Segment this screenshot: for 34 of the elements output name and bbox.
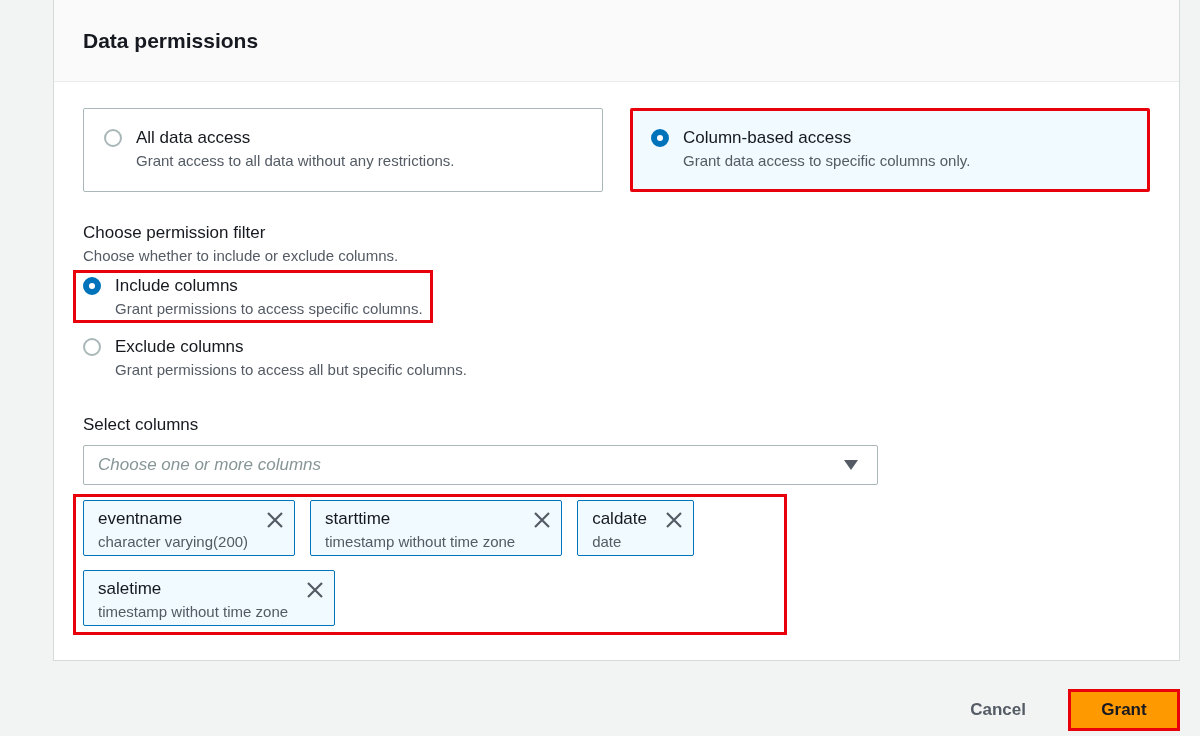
filter-label: Choose permission filter xyxy=(83,223,267,243)
token-name: eventname xyxy=(98,509,184,529)
cancel-button[interactable]: Cancel xyxy=(970,692,1026,728)
close-icon[interactable] xyxy=(533,511,552,529)
option-description: Grant permissions to access all but specific columns. xyxy=(115,361,467,378)
caret-icon xyxy=(843,459,859,471)
grant-button[interactable]: Grant xyxy=(1068,689,1180,731)
panel-title: Data permissions xyxy=(83,28,259,53)
close-icon[interactable] xyxy=(266,511,285,529)
token-type: character varying(200) xyxy=(98,533,249,550)
option-label: Include columns xyxy=(115,276,239,296)
radio-button[interactable] xyxy=(83,277,101,295)
close-icon[interactable] xyxy=(306,581,325,599)
option-description: Grant permissions to access specific columns. xyxy=(115,300,423,317)
token-type: timestamp without time zone xyxy=(98,603,289,620)
access-option-tile[interactable]: All data access Grant access to all data without any restrictions. xyxy=(83,108,603,192)
token-name: caldate xyxy=(592,509,647,529)
token-name: saletime xyxy=(98,579,163,599)
access-option-tile[interactable]: Column-based access Grant data access to specific columns only. xyxy=(630,108,1150,192)
option-label: Column-based access xyxy=(683,128,853,148)
select-columns-label: Select columns xyxy=(83,415,200,435)
radio-button[interactable] xyxy=(104,129,122,147)
token-type: timestamp without time zone xyxy=(325,533,516,550)
option-label: All data access xyxy=(136,128,252,148)
token-type: date xyxy=(592,533,623,550)
select-placeholder: Choose one or more columns xyxy=(98,455,321,475)
option-description: Grant data access to specific columns only. xyxy=(683,152,971,169)
option-label: Exclude columns xyxy=(115,337,245,357)
option-description: Grant access to all data without any restrictions. xyxy=(136,152,455,169)
radio-button[interactable] xyxy=(83,338,101,356)
radio-button[interactable] xyxy=(651,129,669,147)
filter-description: Choose whether to include or exclude columns. xyxy=(83,247,400,264)
token-name: starttime xyxy=(325,509,392,529)
close-icon[interactable] xyxy=(665,511,683,529)
